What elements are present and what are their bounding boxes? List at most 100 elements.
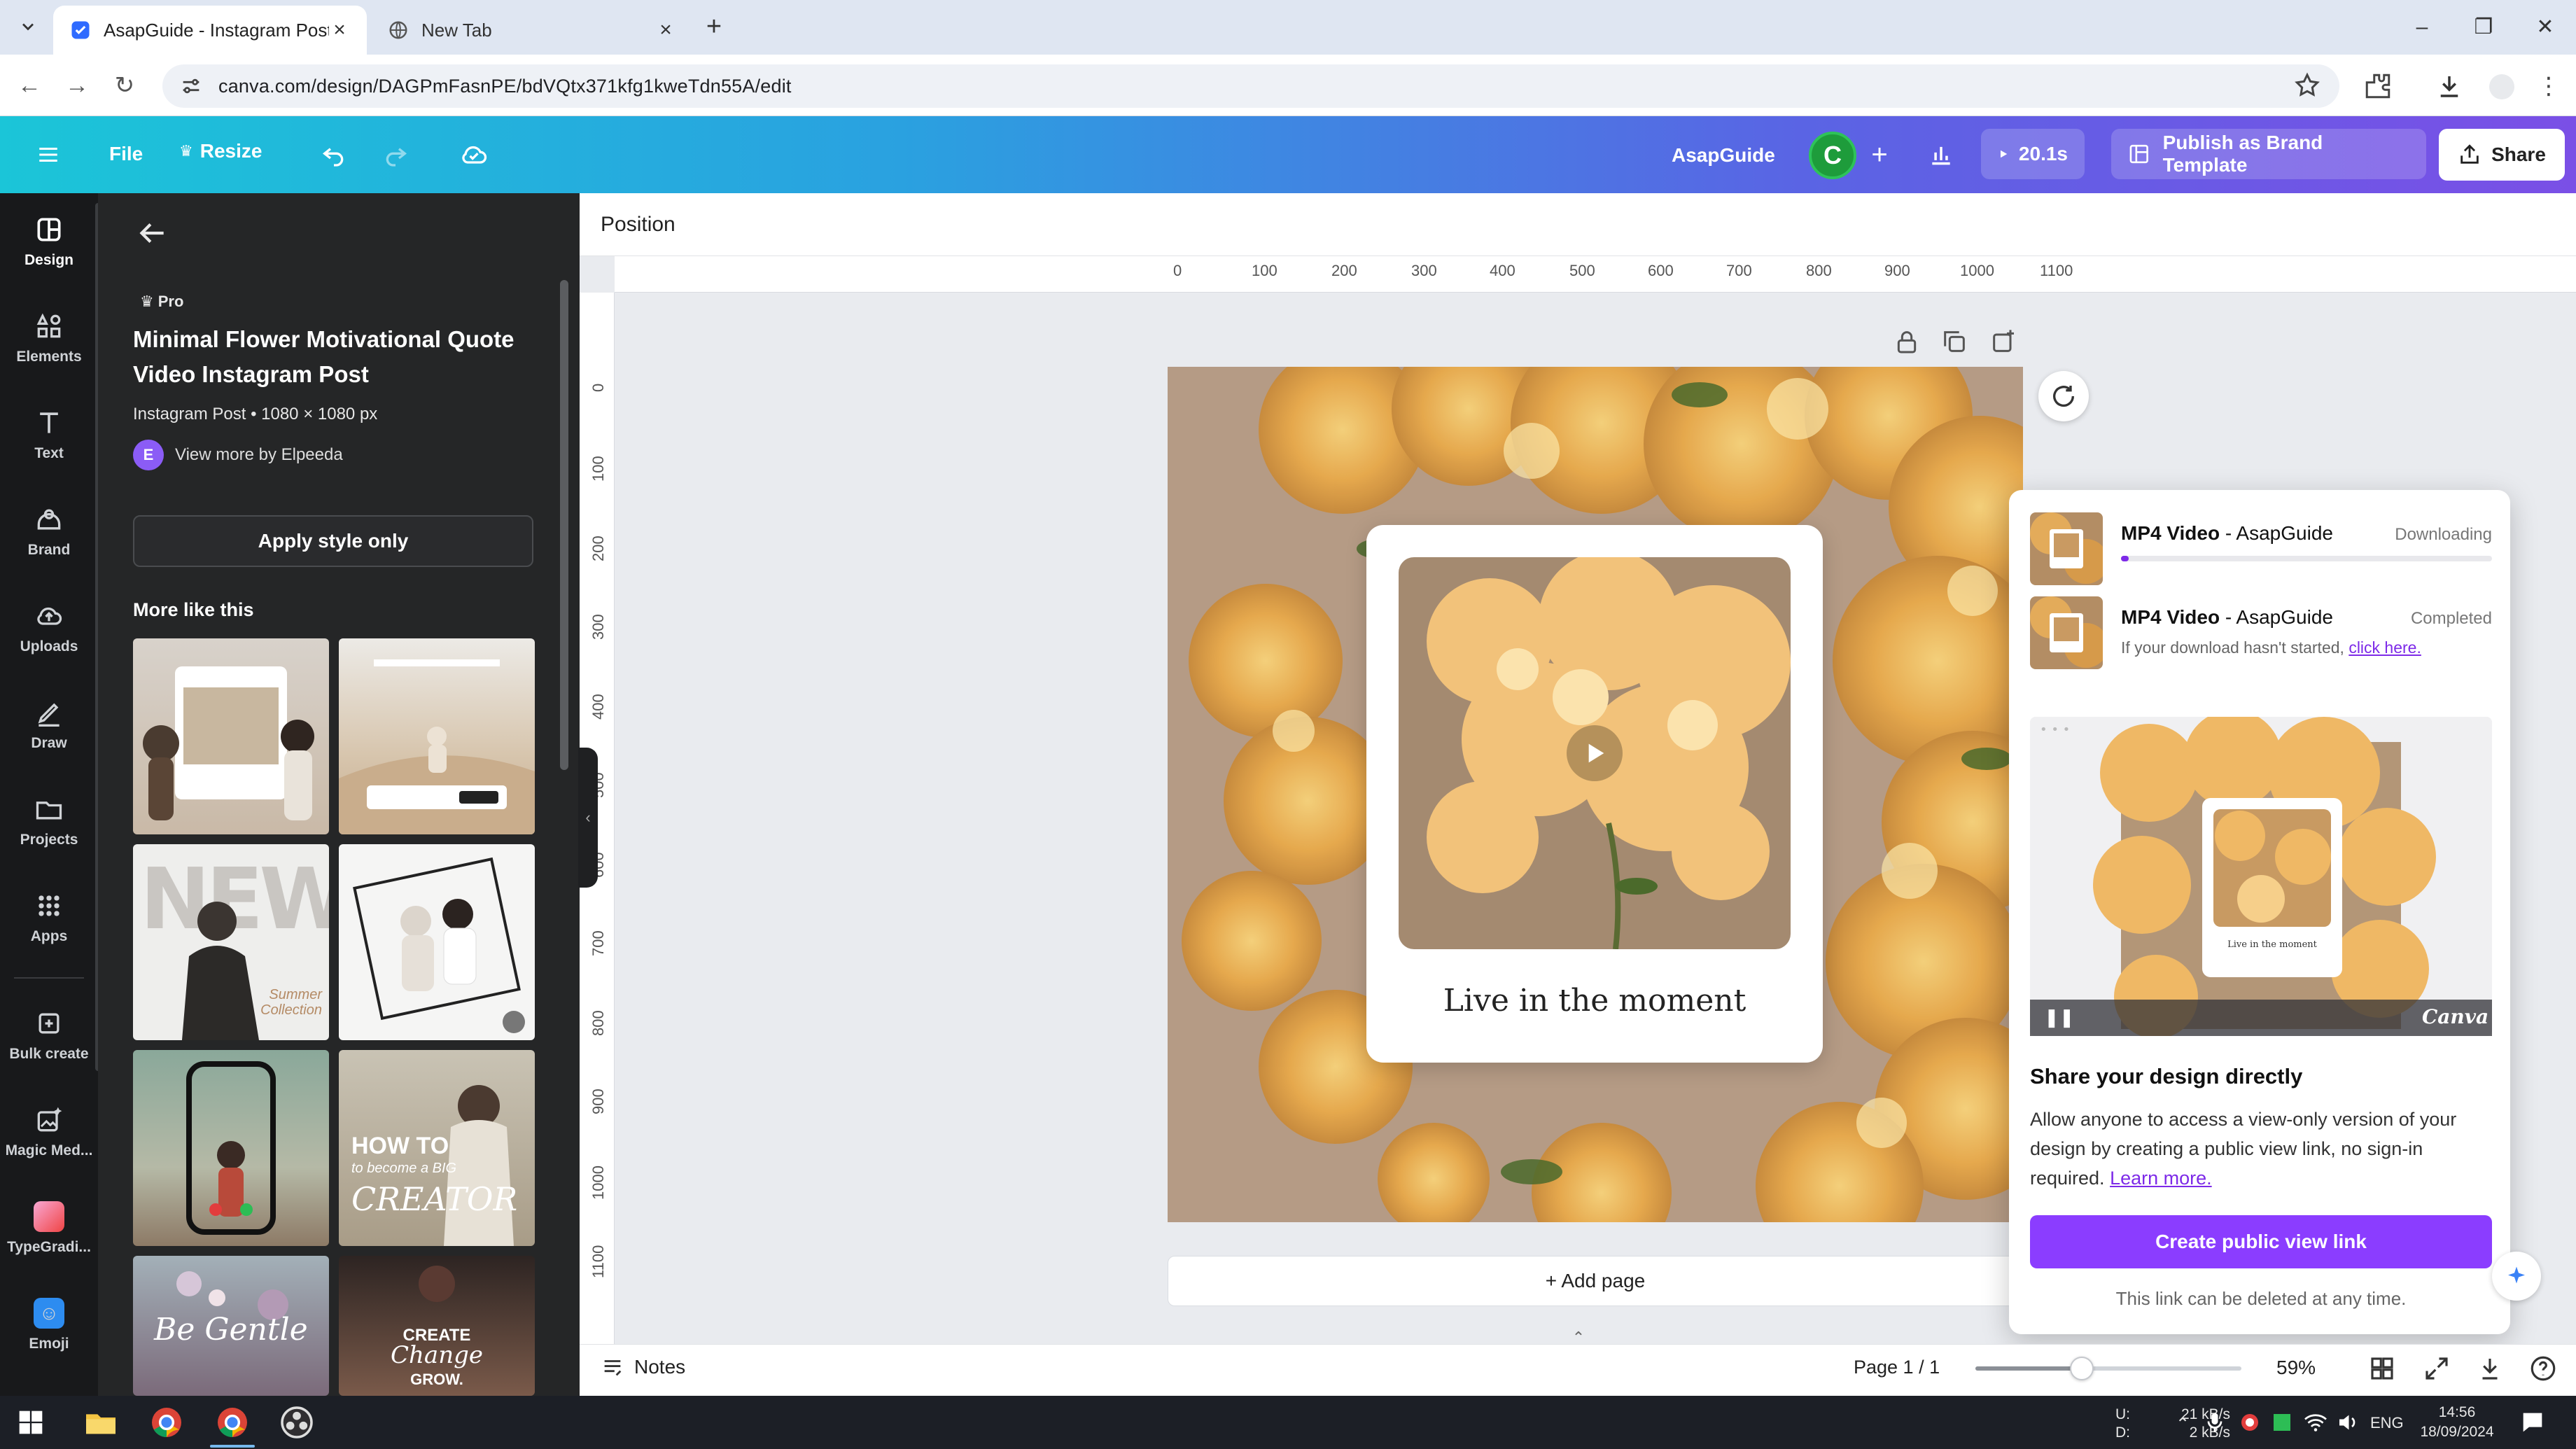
browser-menu-icon[interactable]: ⋮ xyxy=(2537,70,2561,102)
template-thumbnail[interactable]: Be Gentle xyxy=(133,1256,329,1396)
rail-item-text[interactable]: Text xyxy=(0,389,98,480)
add-page-above-icon[interactable] xyxy=(1989,328,2017,356)
learn-more-link[interactable]: Learn more. xyxy=(2110,1168,2212,1189)
template-thumbnail[interactable] xyxy=(133,638,329,834)
quote-text[interactable]: Live in the moment xyxy=(1366,983,1823,1018)
page-indicator[interactable]: Page 1 / 1 xyxy=(1854,1357,1940,1378)
rail-item-brand[interactable]: Brand xyxy=(0,486,98,577)
redo-button[interactable] xyxy=(378,137,413,172)
rail-item-elements[interactable]: Elements xyxy=(0,293,98,384)
file-menu-button[interactable]: File xyxy=(109,143,143,165)
download-note: If your download hasn't started, click h… xyxy=(2121,638,2421,657)
back-button[interactable]: ← xyxy=(13,69,46,102)
add-people-button[interactable]: + xyxy=(1862,137,1897,172)
close-tab-icon[interactable]: × xyxy=(655,20,676,41)
present-play-button[interactable]: 20.1s xyxy=(1981,129,2085,179)
rail-item-magic-media[interactable]: Magic Med... xyxy=(0,1086,98,1177)
tab-search-dropdown[interactable] xyxy=(13,11,43,42)
record-icon[interactable] xyxy=(2237,1410,2262,1435)
add-page-button[interactable]: + Add page xyxy=(1168,1256,2023,1306)
rail-item-design[interactable]: Design xyxy=(0,196,98,287)
download-icon[interactable] xyxy=(2435,71,2464,101)
position-button[interactable]: Position xyxy=(601,213,676,237)
regenerate-button[interactable] xyxy=(2038,371,2089,421)
address-bar[interactable]: canva.com/design/DAGPmFasnPE/bdVQtx371kf… xyxy=(162,64,2339,108)
lock-icon[interactable] xyxy=(1893,328,1921,356)
rail-item-uploads[interactable]: Uploads xyxy=(0,582,98,673)
author-link[interactable]: E View more by Elpeeda xyxy=(133,440,343,470)
rail-item-apps[interactable]: Apps xyxy=(0,872,98,963)
tab-asapguide[interactable]: AsapGuide - Instagram Post × xyxy=(53,6,367,55)
windows-start-icon[interactable] xyxy=(11,1403,50,1442)
zoom-level[interactable]: 59% xyxy=(2276,1357,2316,1379)
template-thumbnail[interactable] xyxy=(339,844,535,1040)
cloud-save-button[interactable] xyxy=(456,137,491,172)
click-here-link[interactable]: click here. xyxy=(2348,638,2421,657)
obs-icon[interactable] xyxy=(277,1403,316,1442)
share-button[interactable]: Share xyxy=(2439,129,2565,181)
security-tray-icon[interactable] xyxy=(2269,1410,2295,1435)
clock[interactable]: 14:56 18/09/2024 xyxy=(2408,1403,2506,1442)
close-window-button[interactable]: ✕ xyxy=(2524,10,2566,45)
team-name[interactable]: AsapGuide xyxy=(1672,144,1775,167)
pause-icon[interactable]: ❚❚ xyxy=(2044,1007,2075,1029)
notes-button[interactable]: Notes xyxy=(601,1355,685,1379)
resize-button[interactable]: ♛ Resize xyxy=(179,140,262,162)
ruler-tick: 1000 xyxy=(589,1166,607,1200)
notes-label: Notes xyxy=(634,1356,686,1378)
reload-button[interactable]: ↻ xyxy=(108,69,141,102)
panel-scrollbar[interactable] xyxy=(560,280,568,770)
template-thumbnail[interactable] xyxy=(339,638,535,834)
rail-item-typegradient[interactable]: TypeGradi... xyxy=(0,1183,98,1274)
file-explorer-icon[interactable] xyxy=(81,1403,120,1442)
expand-pages-chevron-icon[interactable]: ⌃ xyxy=(1568,1329,1589,1346)
minimize-window-button[interactable]: – xyxy=(2401,10,2443,45)
magic-assistant-button[interactable] xyxy=(2492,1252,2541,1301)
tray-chevron-icon[interactable]: ⌃ xyxy=(2176,1414,2190,1434)
template-thumbnail[interactable]: NEW Summer Collection xyxy=(133,844,329,1040)
chrome-active-icon[interactable] xyxy=(213,1403,252,1442)
wifi-icon[interactable] xyxy=(2303,1410,2328,1435)
back-arrow-icon[interactable] xyxy=(134,216,169,251)
close-tab-icon[interactable]: × xyxy=(329,20,350,41)
rail-item-emoji[interactable]: ☺ Emoji xyxy=(0,1280,98,1371)
bookmark-star-icon[interactable] xyxy=(2293,71,2321,99)
video-preview[interactable]: • • • Live in the moment xyxy=(2030,717,2492,1036)
zoom-slider-handle[interactable] xyxy=(2070,1357,2094,1380)
notifications-icon[interactable] xyxy=(2519,1408,2547,1436)
forward-button[interactable]: → xyxy=(60,69,94,102)
volume-icon[interactable] xyxy=(2335,1410,2360,1435)
tab-new-tab[interactable]: New Tab × xyxy=(371,6,693,55)
main-menu-button[interactable] xyxy=(31,137,66,172)
pro-badge: ♛ Pro xyxy=(140,293,183,311)
collapse-panel-button[interactable]: ‹ xyxy=(578,748,598,888)
input-language[interactable]: ENG xyxy=(2370,1414,2404,1432)
new-tab-button[interactable]: + xyxy=(700,13,728,42)
restore-window-button[interactable]: ❐ xyxy=(2463,10,2505,45)
insights-button[interactable] xyxy=(1924,137,1959,172)
profile-avatar[interactable] xyxy=(2489,74,2514,99)
resize-label: Resize xyxy=(200,140,262,162)
template-thumbnail[interactable]: HOW TO to become a BIG CREATOR xyxy=(339,1050,535,1246)
help-icon[interactable] xyxy=(2528,1354,2558,1383)
chrome-icon[interactable] xyxy=(147,1403,186,1442)
rail-item-projects[interactable]: Projects xyxy=(0,776,98,867)
user-avatar[interactable]: C xyxy=(1809,132,1856,179)
rail-item-draw[interactable]: Draw xyxy=(0,679,98,770)
video-play-button[interactable] xyxy=(1567,725,1623,781)
template-thumbnail[interactable]: CREATE Change GROW. xyxy=(339,1256,535,1396)
rail-item-bulk-create[interactable]: Bulk create xyxy=(0,990,98,1081)
clock-date: 18/09/2024 xyxy=(2420,1424,2494,1440)
microphone-icon[interactable] xyxy=(2202,1410,2227,1435)
publish-brand-template-button[interactable]: Publish as Brand Template xyxy=(2111,129,2426,179)
fullscreen-icon[interactable] xyxy=(2422,1354,2451,1383)
download-arrow-icon[interactable] xyxy=(2475,1354,2505,1383)
apply-style-button[interactable]: Apply style only xyxy=(133,515,533,567)
extensions-icon[interactable] xyxy=(2363,71,2393,101)
template-thumbnail[interactable] xyxy=(133,1050,329,1246)
duplicate-icon[interactable] xyxy=(1940,328,1968,356)
create-public-view-link-button[interactable]: Create public view link xyxy=(2030,1215,2492,1268)
grid-view-icon[interactable] xyxy=(2367,1354,2397,1383)
site-settings-icon[interactable] xyxy=(179,74,203,98)
undo-button[interactable] xyxy=(316,137,351,172)
